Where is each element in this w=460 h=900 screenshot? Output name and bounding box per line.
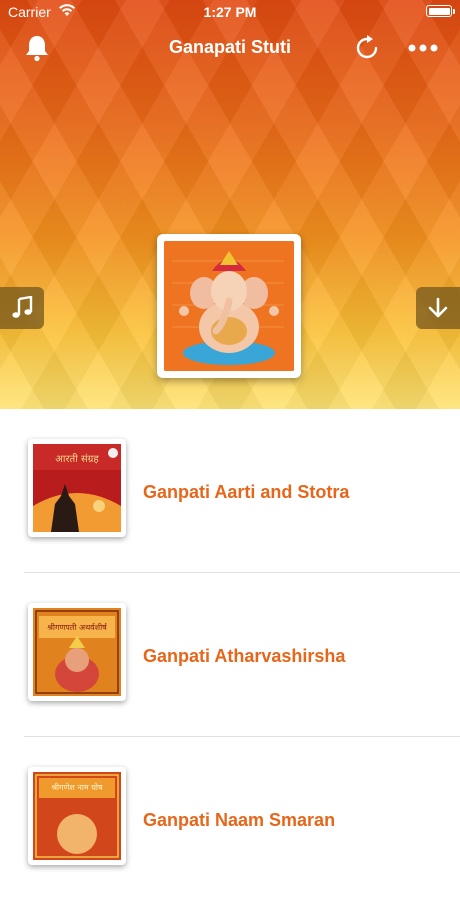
more-icon[interactable] bbox=[407, 32, 439, 64]
page-title: Ganapati Stuti bbox=[168, 37, 291, 57]
battery-level bbox=[428, 7, 450, 15]
navigation-bar: Ganapati Stuti bbox=[0, 26, 460, 70]
download-button[interactable] bbox=[416, 287, 460, 329]
music-note-icon bbox=[10, 296, 34, 320]
download-icon bbox=[426, 296, 450, 320]
header-banner: Carrier 1:27 PM Ganapati Stuti bbox=[0, 0, 460, 409]
battery-icon bbox=[426, 5, 455, 17]
status-time: 1:27 PM bbox=[203, 4, 257, 20]
list-item[interactable]: आरती संग्रह Ganpati Aarti and Stotra bbox=[0, 409, 460, 572]
thumbnail-caption: श्रीगणेश नाम घोष bbox=[51, 782, 103, 792]
thumbnail-caption: आरती संग्रह bbox=[55, 453, 99, 465]
music-button[interactable] bbox=[0, 287, 44, 329]
album-artwork bbox=[157, 234, 301, 378]
ganesha-image bbox=[164, 241, 294, 371]
list-item-title: Ganpati Aarti and Stotra bbox=[143, 482, 350, 502]
status-bar: Carrier 1:27 PM bbox=[0, 0, 460, 24]
refresh-icon[interactable] bbox=[351, 32, 383, 64]
album-thumbnail: श्रीगणेश नाम घोष bbox=[28, 767, 126, 865]
album-thumbnail: आरती संग्रह bbox=[28, 439, 126, 537]
list-item-title: Ganpati Naam Smaran bbox=[143, 810, 336, 830]
list-item[interactable]: श्रीगणेश नाम घोष Ganpati Naam Smaran bbox=[0, 737, 460, 900]
list-item[interactable]: श्रीगणपती अथर्वशीर्ष Ganpati Atharvashir… bbox=[0, 573, 460, 736]
album-thumbnail: श्रीगणपती अथर्वशीर्ष bbox=[28, 603, 126, 701]
list-item-title: Ganpati Atharvashirsha bbox=[143, 646, 346, 666]
thumbnail-caption: श्रीगणपती अथर्वशीर्ष bbox=[47, 622, 108, 632]
